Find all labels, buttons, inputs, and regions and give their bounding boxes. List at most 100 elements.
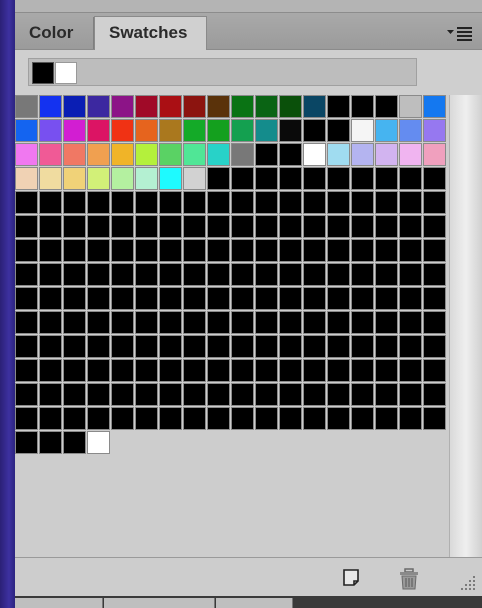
color-swatch[interactable]: [39, 287, 62, 310]
color-swatch[interactable]: [231, 95, 254, 118]
next-panel-tab[interactable]: [15, 598, 103, 608]
color-swatch[interactable]: [279, 167, 302, 190]
color-swatch[interactable]: [63, 311, 86, 334]
color-swatch[interactable]: [87, 143, 110, 166]
color-swatch[interactable]: [351, 287, 374, 310]
color-swatch[interactable]: [15, 143, 38, 166]
color-swatch[interactable]: [375, 311, 398, 334]
color-swatch[interactable]: [351, 215, 374, 238]
color-swatch[interactable]: [183, 335, 206, 358]
color-swatch[interactable]: [327, 359, 350, 382]
color-swatch[interactable]: [15, 95, 38, 118]
color-swatch[interactable]: [303, 287, 326, 310]
color-swatch[interactable]: [375, 215, 398, 238]
color-swatch[interactable]: [351, 167, 374, 190]
color-swatch[interactable]: [39, 143, 62, 166]
color-swatch[interactable]: [183, 239, 206, 262]
color-swatch[interactable]: [231, 143, 254, 166]
color-swatch[interactable]: [351, 335, 374, 358]
color-swatch[interactable]: [15, 431, 38, 454]
color-swatch[interactable]: [327, 119, 350, 142]
color-swatch[interactable]: [399, 143, 422, 166]
color-swatch[interactable]: [327, 383, 350, 406]
color-swatch[interactable]: [135, 167, 158, 190]
color-swatch[interactable]: [351, 119, 374, 142]
color-swatch[interactable]: [231, 287, 254, 310]
color-swatch[interactable]: [15, 311, 38, 334]
color-swatch[interactable]: [207, 239, 230, 262]
color-swatch[interactable]: [423, 263, 446, 286]
color-swatch[interactable]: [63, 383, 86, 406]
color-swatch[interactable]: [207, 215, 230, 238]
color-swatch[interactable]: [423, 95, 446, 118]
color-swatch[interactable]: [135, 239, 158, 262]
color-swatch[interactable]: [159, 287, 182, 310]
color-swatch[interactable]: [39, 239, 62, 262]
color-swatch[interactable]: [279, 335, 302, 358]
color-swatch[interactable]: [207, 167, 230, 190]
color-swatch[interactable]: [279, 383, 302, 406]
color-swatch[interactable]: [135, 95, 158, 118]
color-swatch[interactable]: [351, 383, 374, 406]
color-swatch[interactable]: [39, 167, 62, 190]
color-swatch[interactable]: [207, 95, 230, 118]
color-swatch[interactable]: [159, 95, 182, 118]
color-swatch[interactable]: [63, 191, 86, 214]
color-swatch[interactable]: [207, 407, 230, 430]
color-swatch[interactable]: [327, 335, 350, 358]
color-swatch[interactable]: [255, 143, 278, 166]
color-swatch[interactable]: [111, 359, 134, 382]
color-swatch[interactable]: [231, 335, 254, 358]
color-swatch[interactable]: [111, 191, 134, 214]
color-swatch[interactable]: [111, 119, 134, 142]
color-swatch[interactable]: [327, 95, 350, 118]
color-swatch[interactable]: [207, 335, 230, 358]
color-swatch[interactable]: [351, 311, 374, 334]
color-swatch[interactable]: [39, 215, 62, 238]
color-swatch[interactable]: [351, 239, 374, 262]
color-swatch[interactable]: [111, 287, 134, 310]
color-swatch[interactable]: [15, 335, 38, 358]
color-swatch[interactable]: [327, 287, 350, 310]
color-swatch[interactable]: [255, 311, 278, 334]
color-swatch[interactable]: [111, 239, 134, 262]
color-swatch[interactable]: [15, 167, 38, 190]
color-swatch[interactable]: [159, 359, 182, 382]
color-swatch[interactable]: [159, 215, 182, 238]
color-swatch[interactable]: [303, 95, 326, 118]
color-swatch[interactable]: [87, 407, 110, 430]
color-swatch[interactable]: [159, 119, 182, 142]
color-swatch[interactable]: [87, 191, 110, 214]
new-swatch-icon[interactable]: [341, 567, 363, 589]
color-swatch[interactable]: [279, 359, 302, 382]
next-panel-tab[interactable]: [104, 598, 215, 608]
color-swatch[interactable]: [303, 407, 326, 430]
color-swatch[interactable]: [15, 119, 38, 142]
color-swatch[interactable]: [87, 263, 110, 286]
tab-swatches[interactable]: Swatches: [94, 16, 207, 50]
color-swatch[interactable]: [39, 383, 62, 406]
color-swatch[interactable]: [231, 311, 254, 334]
color-swatch[interactable]: [255, 95, 278, 118]
color-swatch[interactable]: [183, 143, 206, 166]
color-swatch[interactable]: [135, 215, 158, 238]
color-swatch[interactable]: [303, 191, 326, 214]
color-swatch[interactable]: [255, 239, 278, 262]
color-swatch[interactable]: [135, 119, 158, 142]
color-swatch[interactable]: [351, 191, 374, 214]
color-swatch[interactable]: [87, 95, 110, 118]
color-swatch[interactable]: [87, 167, 110, 190]
color-swatch[interactable]: [375, 119, 398, 142]
color-swatch[interactable]: [15, 239, 38, 262]
color-swatch[interactable]: [375, 407, 398, 430]
color-swatch[interactable]: [135, 287, 158, 310]
color-swatch[interactable]: [135, 191, 158, 214]
color-swatch[interactable]: [375, 167, 398, 190]
color-swatch[interactable]: [207, 287, 230, 310]
color-swatch[interactable]: [351, 263, 374, 286]
color-swatch[interactable]: [15, 287, 38, 310]
color-swatch[interactable]: [111, 311, 134, 334]
color-swatch[interactable]: [279, 311, 302, 334]
color-swatch[interactable]: [15, 359, 38, 382]
resize-grip-icon[interactable]: [459, 572, 481, 594]
